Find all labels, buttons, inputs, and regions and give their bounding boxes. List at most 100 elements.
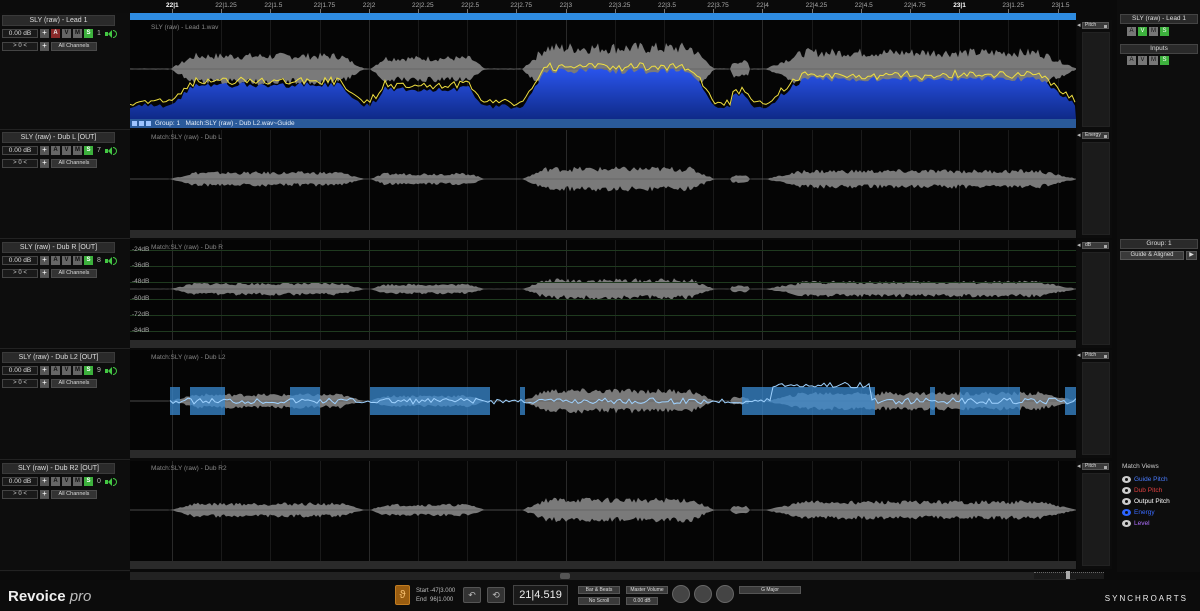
track-s-button[interactable]: S <box>84 256 93 265</box>
track-lane[interactable]: Match:SLY (raw) - Dub R -24dB -36dB -48dB -6… <box>130 240 1076 340</box>
lane-footer[interactable] <box>130 340 1076 348</box>
track-channels-select[interactable]: All Channels <box>51 269 97 278</box>
track-s-button[interactable]: S <box>84 29 93 38</box>
scroll-thumb[interactable] <box>560 573 570 579</box>
track-header[interactable]: SLY (raw) - Lead 1 0.00 dB + A V M S 1 >… <box>0 13 130 130</box>
track-plus-button[interactable]: + <box>40 490 49 499</box>
time-format-select[interactable]: Bar & Beats <box>578 586 620 594</box>
track-nudge-field[interactable]: > 0 < <box>2 379 38 388</box>
lane-footer[interactable] <box>130 561 1076 569</box>
lane-footer[interactable] <box>130 230 1076 238</box>
track-nudge-field[interactable]: > 0 < <box>2 42 38 51</box>
track-nudge-field[interactable]: > 0 < <box>2 269 38 278</box>
rp-m-button[interactable]: M <box>1149 27 1158 36</box>
match-view-item[interactable]: Guide Pitch <box>1122 474 1168 484</box>
match-view-item[interactable]: Level <box>1122 518 1150 528</box>
in-m-button[interactable]: M <box>1149 56 1158 65</box>
mute-icon[interactable] <box>694 585 712 603</box>
add-track-button[interactable]: + <box>40 366 49 375</box>
group-mode-select[interactable]: Guide & Aligned <box>1120 251 1184 260</box>
loop-icon[interactable]: ⟲ <box>487 587 505 603</box>
key-select[interactable]: G Major <box>739 586 801 594</box>
timeline-ruler[interactable]: 22|1 22|1.25 22|1.5 22|1.75 22|2 22|2.25 22|2.… <box>130 0 1076 13</box>
selected-track-name[interactable]: SLY (raw) - Lead 1 <box>1120 14 1198 24</box>
speaker-icon[interactable] <box>105 366 117 376</box>
track-lane[interactable]: Match:SLY (raw) - Dub L2 <box>130 350 1076 450</box>
lane-view-select[interactable]: dB <box>1082 242 1109 249</box>
lane-view-select[interactable]: Pitch <box>1082 352 1109 359</box>
track-lane[interactable]: Match:SLY (raw) - Dub R2 <box>130 461 1076 561</box>
track-name[interactable]: SLY (raw) - Dub R2 [OUT] <box>2 463 115 474</box>
rp-v-button[interactable]: V <box>1138 27 1147 36</box>
track-gain-field[interactable]: 0.00 dB <box>2 477 38 486</box>
scroll-mode-select[interactable]: No Scroll <box>578 597 620 605</box>
view-arrow-icon[interactable]: ◂ <box>1077 132 1081 139</box>
track-m-button[interactable]: M <box>73 366 82 375</box>
lane-view-select[interactable]: Pitch <box>1082 463 1109 470</box>
track-header[interactable]: SLY (raw) - Dub L [OUT] 0.00 dB + A V M … <box>0 130 130 239</box>
track-gain-field[interactable]: 0.00 dB <box>2 146 38 155</box>
start-value[interactable]: -47|3.000 <box>430 588 455 594</box>
track-v-button[interactable]: V <box>62 29 71 38</box>
rp-s-button[interactable]: S <box>1160 27 1169 36</box>
track-v-button[interactable]: V <box>62 366 71 375</box>
vertical-scrollbar[interactable] <box>1082 142 1110 235</box>
track-header[interactable]: SLY (raw) - Dub R [OUT] 0.00 dB + A V M … <box>0 240 130 349</box>
undo-icon[interactable]: ↶ <box>463 587 481 603</box>
pitch-block[interactable] <box>762 387 875 415</box>
lane-view-select[interactable]: Pitch <box>1082 22 1109 29</box>
speaker-icon[interactable] <box>105 477 117 487</box>
add-track-button[interactable]: + <box>40 477 49 486</box>
track-s-button[interactable]: S <box>84 366 93 375</box>
zoom-slider[interactable] <box>1034 571 1104 579</box>
track-channels-select[interactable]: All Channels <box>51 379 97 388</box>
track-m-button[interactable]: M <box>73 146 82 155</box>
master-volume-value[interactable]: 0.00 dB <box>626 597 658 605</box>
match-view-item[interactable]: Output Pitch <box>1122 496 1170 506</box>
view-arrow-icon[interactable]: ◂ <box>1077 242 1081 249</box>
track-name[interactable]: SLY (raw) - Dub R [OUT] <box>2 242 115 253</box>
track-v-button[interactable]: V <box>62 256 71 265</box>
speaker-icon[interactable] <box>105 29 117 39</box>
loop-range-bar[interactable] <box>130 13 1076 20</box>
eye-icon[interactable] <box>1122 497 1131 505</box>
view-arrow-icon[interactable]: ◂ <box>1077 463 1081 470</box>
eye-icon[interactable] <box>1122 508 1131 516</box>
track-a-button[interactable]: A <box>51 29 60 38</box>
track-nudge-field[interactable]: > 0 < <box>2 159 38 168</box>
pitch-block[interactable] <box>1065 387 1076 415</box>
track-s-button[interactable]: S <box>84 146 93 155</box>
eye-icon[interactable] <box>1122 475 1131 483</box>
lock-icon[interactable] <box>139 120 144 126</box>
add-track-button[interactable]: + <box>40 29 49 38</box>
tool-icon[interactable] <box>716 585 734 603</box>
match-view-item[interactable]: Energy <box>1122 507 1155 517</box>
track-lane[interactable]: Match:SLY (raw) - Dub L <box>130 130 1076 230</box>
play-icon[interactable] <box>132 120 137 126</box>
track-name[interactable]: SLY (raw) - Dub L2 [OUT] <box>2 352 115 363</box>
track-s-button[interactable]: S <box>84 477 93 486</box>
in-s-button[interactable]: S <box>1160 56 1169 65</box>
lane-footer[interactable] <box>130 450 1076 458</box>
track-header[interactable]: SLY (raw) - Dub L2 [OUT] 0.00 dB + A V M… <box>0 350 130 460</box>
rp-a-button[interactable]: A <box>1127 27 1136 36</box>
in-a-button[interactable]: A <box>1127 56 1136 65</box>
vertical-scrollbar[interactable] <box>1082 473 1110 566</box>
group-play-button[interactable]: ▶ <box>1186 251 1197 260</box>
track-a-button[interactable]: A <box>51 477 60 486</box>
track-a-button[interactable]: A <box>51 256 60 265</box>
track-gain-field[interactable]: 0.00 dB <box>2 256 38 265</box>
track-gain-field[interactable]: 0.00 dB <box>2 29 38 38</box>
view-arrow-icon[interactable]: ◂ <box>1077 22 1081 29</box>
track-channels-select[interactable]: All Channels <box>51 490 97 499</box>
track-v-button[interactable]: V <box>62 477 71 486</box>
vertical-scrollbar[interactable] <box>1082 362 1110 455</box>
track-plus-button[interactable]: + <box>40 269 49 278</box>
position-display[interactable]: 21|4.519 <box>513 585 568 605</box>
end-value[interactable]: 96|1.000 <box>430 597 453 603</box>
speaker-icon[interactable] <box>105 146 117 156</box>
processing-icon[interactable]: ϑ <box>395 585 410 605</box>
link-icon[interactable] <box>146 120 151 126</box>
track-plus-button[interactable]: + <box>40 42 49 51</box>
add-track-button[interactable]: + <box>40 146 49 155</box>
